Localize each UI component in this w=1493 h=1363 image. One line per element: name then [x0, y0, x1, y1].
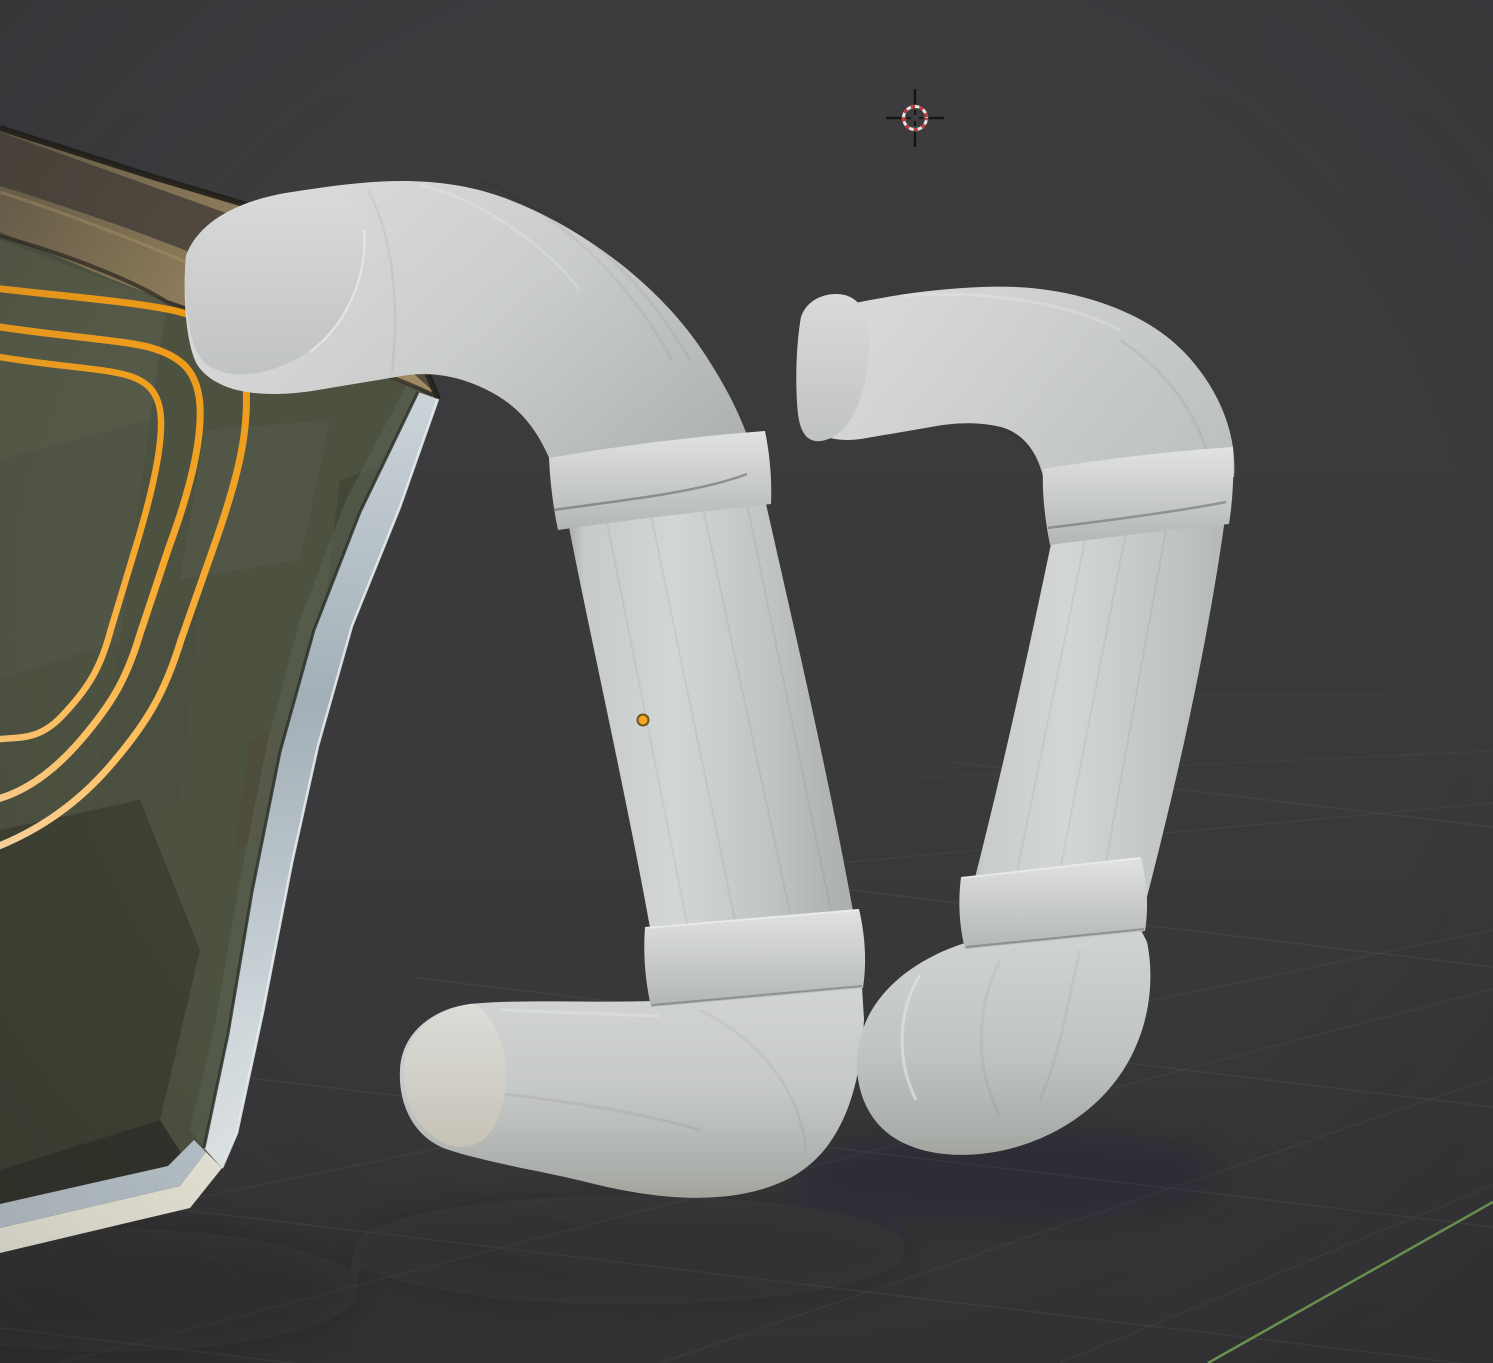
vignette-overlay: [0, 0, 1493, 1363]
3d-viewport[interactable]: floor grid Green low-poly hull panel wit…: [0, 0, 1493, 1363]
